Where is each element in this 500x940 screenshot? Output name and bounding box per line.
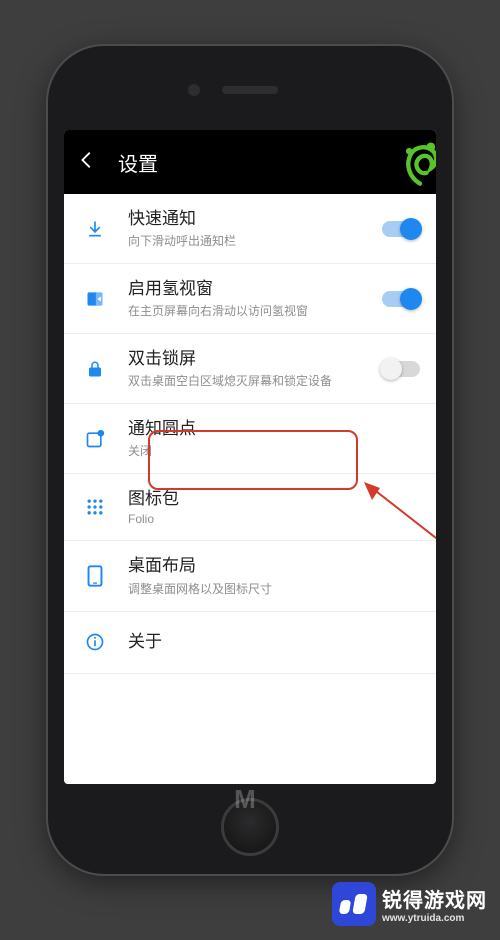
info-icon xyxy=(80,632,110,652)
row-title: 关于 xyxy=(128,631,420,653)
row-icon-pack[interactable]: 图标包 Folio xyxy=(64,474,436,541)
lock-icon xyxy=(80,359,110,379)
row-subtitle: 调整桌面网格以及图标尺寸 xyxy=(128,580,420,597)
download-icon xyxy=(80,219,110,239)
phone-speaker xyxy=(222,86,278,94)
notification-dot-icon xyxy=(80,429,110,449)
toggle-hydrogen-window[interactable] xyxy=(382,291,420,307)
row-quick-notification[interactable]: 快速通知 向下滑动呼出通知栏 xyxy=(64,194,436,264)
arrow-left-icon xyxy=(76,149,98,171)
phone-camera xyxy=(188,84,200,96)
toggle-double-tap-lock[interactable] xyxy=(382,361,420,377)
row-subtitle: 在主页屏幕向右滑动以访问氢视窗 xyxy=(128,302,364,319)
row-about[interactable]: 关于 xyxy=(64,612,436,674)
row-title: 桌面布局 xyxy=(128,555,420,577)
screen: 设置 快速通知 向下滑动呼出通知栏 xyxy=(64,130,436,784)
toggle-quick-notification[interactable] xyxy=(382,221,420,237)
page-title: 设置 xyxy=(118,148,158,177)
row-subtitle: Folio xyxy=(128,512,420,526)
watermark-icon xyxy=(332,882,376,926)
row-title: 通知圆点 xyxy=(128,418,420,440)
row-title: 快速通知 xyxy=(128,208,364,230)
app-bar: 设置 xyxy=(64,130,436,194)
back-button[interactable] xyxy=(76,149,98,176)
row-notification-dot[interactable]: 通知圆点 关闭 xyxy=(64,404,436,474)
mascot-icon xyxy=(398,136,436,188)
watermark-brand: 锐得游戏网 xyxy=(382,884,487,913)
home-button[interactable] xyxy=(221,798,279,856)
grid-icon xyxy=(80,497,110,517)
row-title: 图标包 xyxy=(128,488,420,510)
phone-icon xyxy=(80,565,110,587)
row-title: 启用氢视窗 xyxy=(128,278,364,300)
panel-right-icon xyxy=(80,289,110,309)
row-double-tap-lock[interactable]: 双击锁屏 双击桌面空白区域熄灭屏幕和锁定设备 xyxy=(64,334,436,404)
row-hydrogen-window[interactable]: 启用氢视窗 在主页屏幕向右滑动以访问氢视窗 xyxy=(64,264,436,334)
watermark-domain: www.ytruida.com xyxy=(382,913,487,924)
row-desktop-layout[interactable]: 桌面布局 调整桌面网格以及图标尺寸 xyxy=(64,541,436,611)
watermark-logo: 锐得游戏网 www.ytruida.com xyxy=(332,876,492,932)
row-subtitle: 向下滑动呼出通知栏 xyxy=(128,232,364,249)
settings-list: 快速通知 向下滑动呼出通知栏 启用氢视窗 在主页屏幕向右滑动以访问氢视窗 xyxy=(64,194,436,784)
row-subtitle: 双击桌面空白区域熄灭屏幕和锁定设备 xyxy=(128,372,364,389)
row-subtitle: 关闭 xyxy=(128,442,420,459)
row-title: 双击锁屏 xyxy=(128,348,364,370)
phone-frame: 设置 快速通知 向下滑动呼出通知栏 xyxy=(48,46,452,874)
